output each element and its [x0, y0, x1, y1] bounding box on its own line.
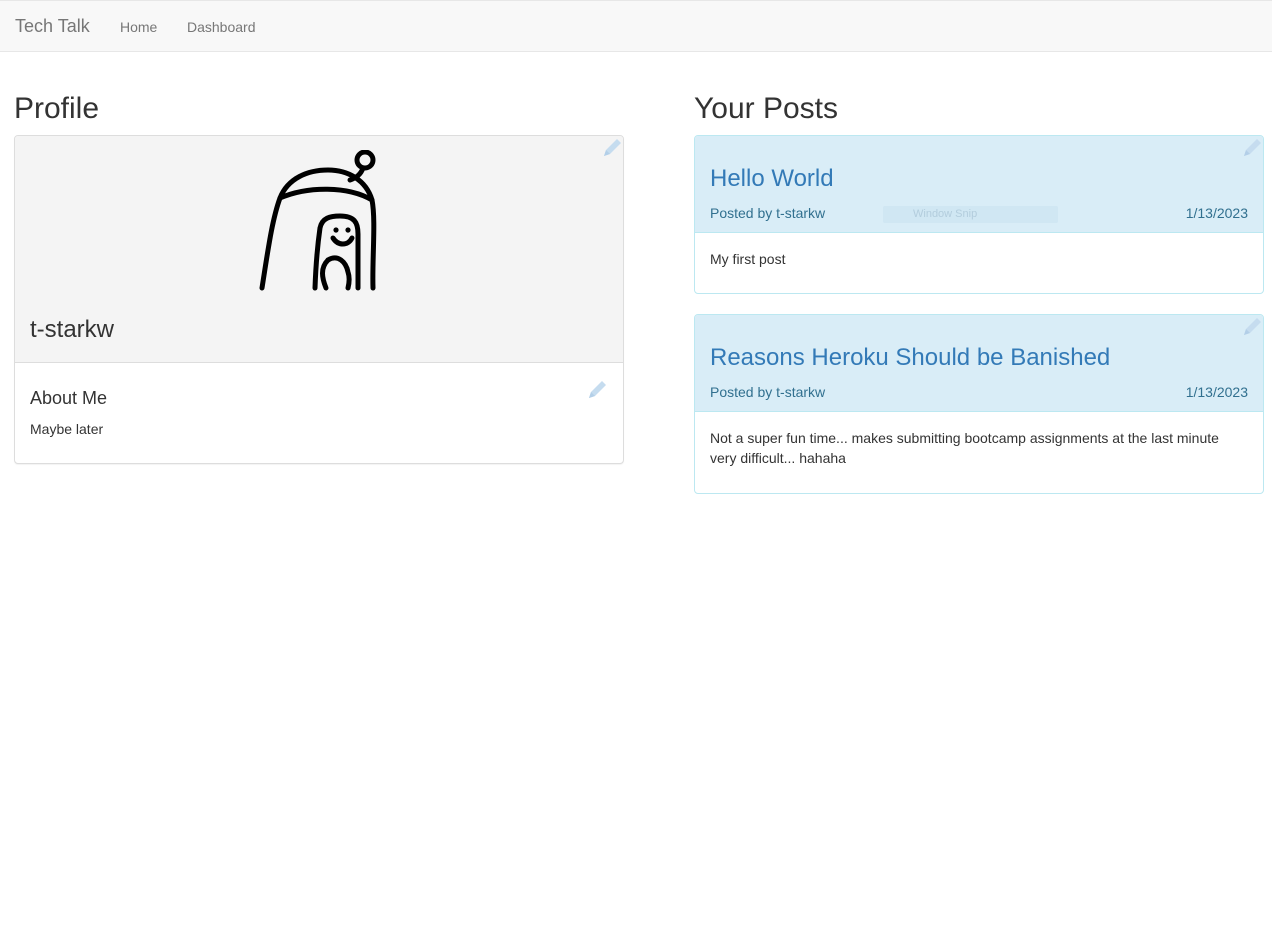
post-body: My first post — [710, 251, 786, 267]
profile-card: t-starkw About Me Maybe later — [14, 135, 624, 464]
post-body: Not a super fun time... makes submitting… — [710, 430, 1219, 466]
post-date: 1/13/2023 — [1185, 205, 1248, 221]
about-me-title: About Me — [30, 388, 108, 408]
character-avatar-icon — [259, 150, 377, 291]
pencil-icon[interactable] — [585, 378, 609, 402]
post-title-link[interactable]: Hello World — [710, 165, 834, 193]
pencil-icon[interactable] — [1240, 136, 1264, 160]
nav-home-link[interactable]: Home — [120, 18, 157, 36]
nav-dashboard-link[interactable]: Dashboard — [187, 18, 256, 36]
pencil-icon[interactable] — [1240, 315, 1264, 339]
post-card: Hello World Posted by t-starkw Window Sn… — [694, 135, 1264, 294]
post-card-header: Hello World Posted by t-starkw Window Sn… — [695, 136, 1263, 233]
post-author: Posted by t-starkw — [710, 205, 826, 221]
post-author: Posted by t-starkw — [710, 384, 826, 400]
snip-overlay-label: Window Snip — [883, 206, 1058, 223]
profile-heading: Profile — [14, 92, 100, 125]
pencil-icon[interactable] — [600, 136, 624, 160]
post-card: Reasons Heroku Should be Banished Posted… — [694, 314, 1264, 494]
post-title-link[interactable]: Reasons Heroku Should be Banished — [710, 344, 1110, 372]
about-me-text: Maybe later — [30, 421, 104, 437]
top-navbar: Tech Talk Home Dashboard — [0, 0, 1272, 52]
post-date: 1/13/2023 — [1185, 384, 1248, 400]
brand-link[interactable]: Tech Talk — [15, 16, 90, 36]
profile-username: t-starkw — [30, 316, 114, 343]
profile-card-header: t-starkw — [15, 136, 623, 363]
post-card-header: Reasons Heroku Should be Banished Posted… — [695, 315, 1263, 412]
posts-heading: Your Posts — [694, 92, 838, 125]
